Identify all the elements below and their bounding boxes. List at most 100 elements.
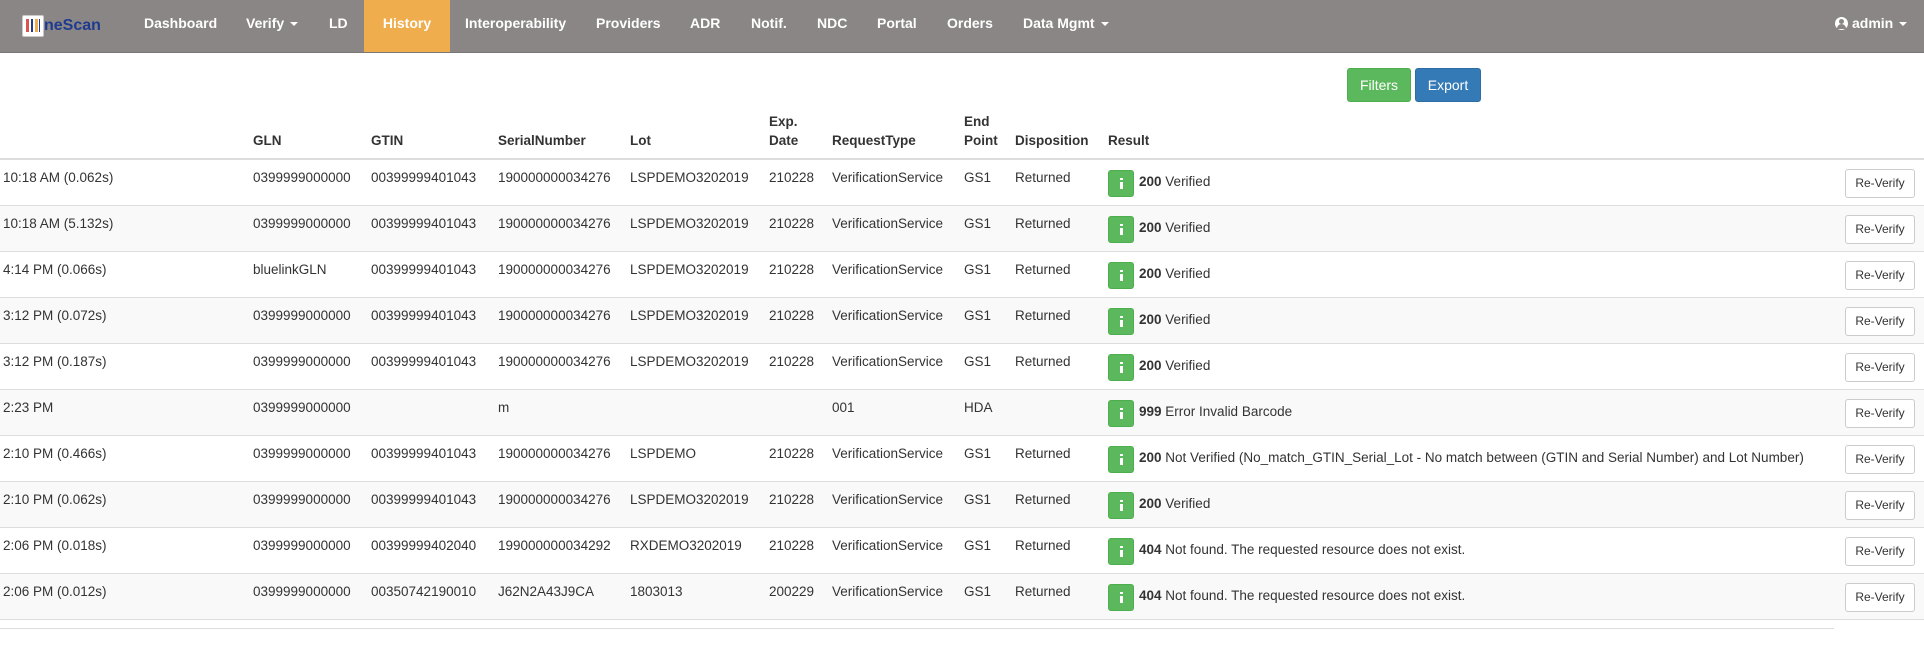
cell-exp-date: 210228 bbox=[769, 170, 815, 185]
cell-result: 200 Verified bbox=[1139, 174, 1210, 189]
cell-disposition: Returned bbox=[1015, 262, 1071, 277]
re-verify-button[interactable]: Re-Verify bbox=[1845, 583, 1915, 612]
cell-end-point: GS1 bbox=[964, 170, 992, 185]
nav-interoperability-label: Interoperability bbox=[465, 15, 567, 31]
cell-lot: LSPDEMO bbox=[630, 446, 697, 461]
re-verify-button[interactable]: Re-Verify bbox=[1845, 169, 1915, 198]
brand-logo-link[interactable]: neScan bbox=[22, 8, 101, 44]
info-icon[interactable] bbox=[1108, 584, 1134, 611]
cell-time: 3:12 PM (0.187s) bbox=[3, 354, 107, 369]
info-icon[interactable] bbox=[1108, 354, 1134, 381]
cell-disposition: Returned bbox=[1015, 216, 1071, 231]
cell-time: 2:06 PM (0.018s) bbox=[3, 538, 107, 553]
info-icon[interactable] bbox=[1108, 400, 1134, 427]
info-icon[interactable] bbox=[1108, 308, 1134, 335]
table-row: 2:10 PM (0.466s) 0399999000000 00399999401… bbox=[0, 436, 1924, 482]
nav-portal[interactable]: Portal bbox=[865, 0, 929, 52]
header-result[interactable]: Result bbox=[1108, 131, 1149, 150]
header-gtin[interactable]: GTIN bbox=[371, 131, 403, 150]
cell-serial-number: 190000000034276 bbox=[498, 262, 611, 277]
header-end-point[interactable]: End Point bbox=[964, 112, 998, 150]
cell-disposition: Returned bbox=[1015, 584, 1071, 599]
re-verify-button[interactable]: Re-Verify bbox=[1845, 491, 1915, 520]
cell-result: 404 Not found. The requested resource do… bbox=[1139, 542, 1465, 557]
result-message: Not Verified (No_match_GTIN_Serial_Lot -… bbox=[1165, 450, 1804, 465]
cell-disposition: Returned bbox=[1015, 446, 1071, 461]
cell-exp-date: 210228 bbox=[769, 354, 815, 369]
nav-history[interactable]: History bbox=[364, 0, 450, 52]
result-code: 999 bbox=[1139, 404, 1162, 419]
cell-exp-date: 200229 bbox=[769, 584, 815, 599]
cell-serial-number: m bbox=[498, 400, 510, 415]
result-message: Not found. The requested resource does n… bbox=[1165, 588, 1466, 603]
table-bottom-border bbox=[0, 628, 1834, 629]
result-code: 200 bbox=[1139, 358, 1162, 373]
cell-result: 200 Verified bbox=[1139, 312, 1210, 327]
cell-gtin: 00399999401043 bbox=[371, 446, 477, 461]
cell-lot: LSPDEMO3202019 bbox=[630, 354, 749, 369]
re-verify-button[interactable]: Re-Verify bbox=[1845, 445, 1915, 474]
header-gln[interactable]: GLN bbox=[253, 131, 282, 150]
info-icon[interactable] bbox=[1108, 216, 1134, 243]
result-message: Error Invalid Barcode bbox=[1165, 404, 1293, 419]
header-endpoint-line1: End bbox=[964, 114, 990, 129]
header-serial-number[interactable]: SerialNumber bbox=[498, 131, 586, 150]
cell-request-type: 001 bbox=[832, 400, 855, 415]
info-icon[interactable] bbox=[1108, 538, 1134, 565]
cell-serial-number: 190000000034276 bbox=[498, 354, 611, 369]
nav-orders[interactable]: Orders bbox=[935, 0, 1005, 52]
brand-name: neScan bbox=[44, 17, 101, 34]
nav-ld-label: LD bbox=[329, 15, 348, 31]
re-verify-button[interactable]: Re-Verify bbox=[1845, 399, 1915, 428]
re-verify-button[interactable]: Re-Verify bbox=[1845, 353, 1915, 382]
info-icon[interactable] bbox=[1108, 492, 1134, 519]
nav-dashboard[interactable]: Dashboard bbox=[132, 0, 229, 52]
cell-gtin: 00350742190010 bbox=[371, 584, 477, 599]
nav-providers[interactable]: Providers bbox=[584, 0, 673, 52]
table-row: 3:12 PM (0.187s) 0399999000000 00399999401… bbox=[0, 344, 1924, 390]
cell-gln: 0399999000000 bbox=[253, 400, 351, 415]
nav-ld[interactable]: LD bbox=[317, 0, 360, 52]
header-request-type[interactable]: RequestType bbox=[832, 131, 916, 150]
nav-interoperability[interactable]: Interoperability bbox=[453, 0, 578, 52]
header-disposition[interactable]: Disposition bbox=[1015, 131, 1089, 150]
user-icon bbox=[1835, 17, 1848, 30]
cell-time: 10:18 AM (5.132s) bbox=[3, 216, 114, 231]
page: neScan Dashboard Verify LD History Inter… bbox=[0, 0, 1924, 647]
cell-end-point: HDA bbox=[964, 400, 993, 415]
cell-request-type: VerificationService bbox=[832, 492, 944, 507]
cell-result: 200 Verified bbox=[1139, 358, 1210, 373]
cell-time: 10:18 AM (0.062s) bbox=[3, 170, 114, 185]
result-code: 200 bbox=[1139, 220, 1162, 235]
cell-disposition: Returned bbox=[1015, 354, 1071, 369]
nav-notif[interactable]: Notif. bbox=[739, 0, 799, 52]
re-verify-button[interactable]: Re-Verify bbox=[1845, 537, 1915, 566]
cell-time: 2:23 PM bbox=[3, 400, 54, 415]
re-verify-button[interactable]: Re-Verify bbox=[1845, 215, 1915, 244]
cell-request-type: VerificationService bbox=[832, 170, 944, 185]
user-menu-dropdown[interactable]: admin bbox=[1823, 0, 1919, 52]
nav-ndc[interactable]: NDC bbox=[805, 0, 859, 52]
cell-disposition: Returned bbox=[1015, 492, 1071, 507]
nav-adr[interactable]: ADR bbox=[678, 0, 732, 52]
cell-lot: LSPDEMO3202019 bbox=[630, 216, 749, 231]
header-exp-date[interactable]: Exp. Date bbox=[769, 112, 798, 150]
filters-button[interactable]: Filters bbox=[1347, 68, 1411, 102]
re-verify-button[interactable]: Re-Verify bbox=[1845, 307, 1915, 336]
info-icon[interactable] bbox=[1108, 446, 1134, 473]
result-message: Verified bbox=[1165, 220, 1211, 235]
info-icon[interactable] bbox=[1108, 262, 1134, 289]
nav-verify-label: Verify bbox=[246, 15, 285, 31]
cell-gln: 0399999000000 bbox=[253, 446, 351, 461]
header-lot[interactable]: Lot bbox=[630, 131, 651, 150]
re-verify-button[interactable]: Re-Verify bbox=[1845, 261, 1915, 290]
export-button[interactable]: Export bbox=[1415, 68, 1481, 102]
nav-verify-dropdown[interactable]: Verify bbox=[234, 0, 310, 52]
nav-data-mgmt-dropdown[interactable]: Data Mgmt bbox=[1011, 0, 1121, 52]
nav-providers-label: Providers bbox=[596, 15, 661, 31]
result-message: Verified bbox=[1165, 266, 1211, 281]
info-icon[interactable] bbox=[1108, 170, 1134, 197]
cell-serial-number: 199000000034292 bbox=[498, 538, 611, 553]
cell-disposition: Returned bbox=[1015, 308, 1071, 323]
cell-lot: 1803013 bbox=[630, 584, 683, 599]
